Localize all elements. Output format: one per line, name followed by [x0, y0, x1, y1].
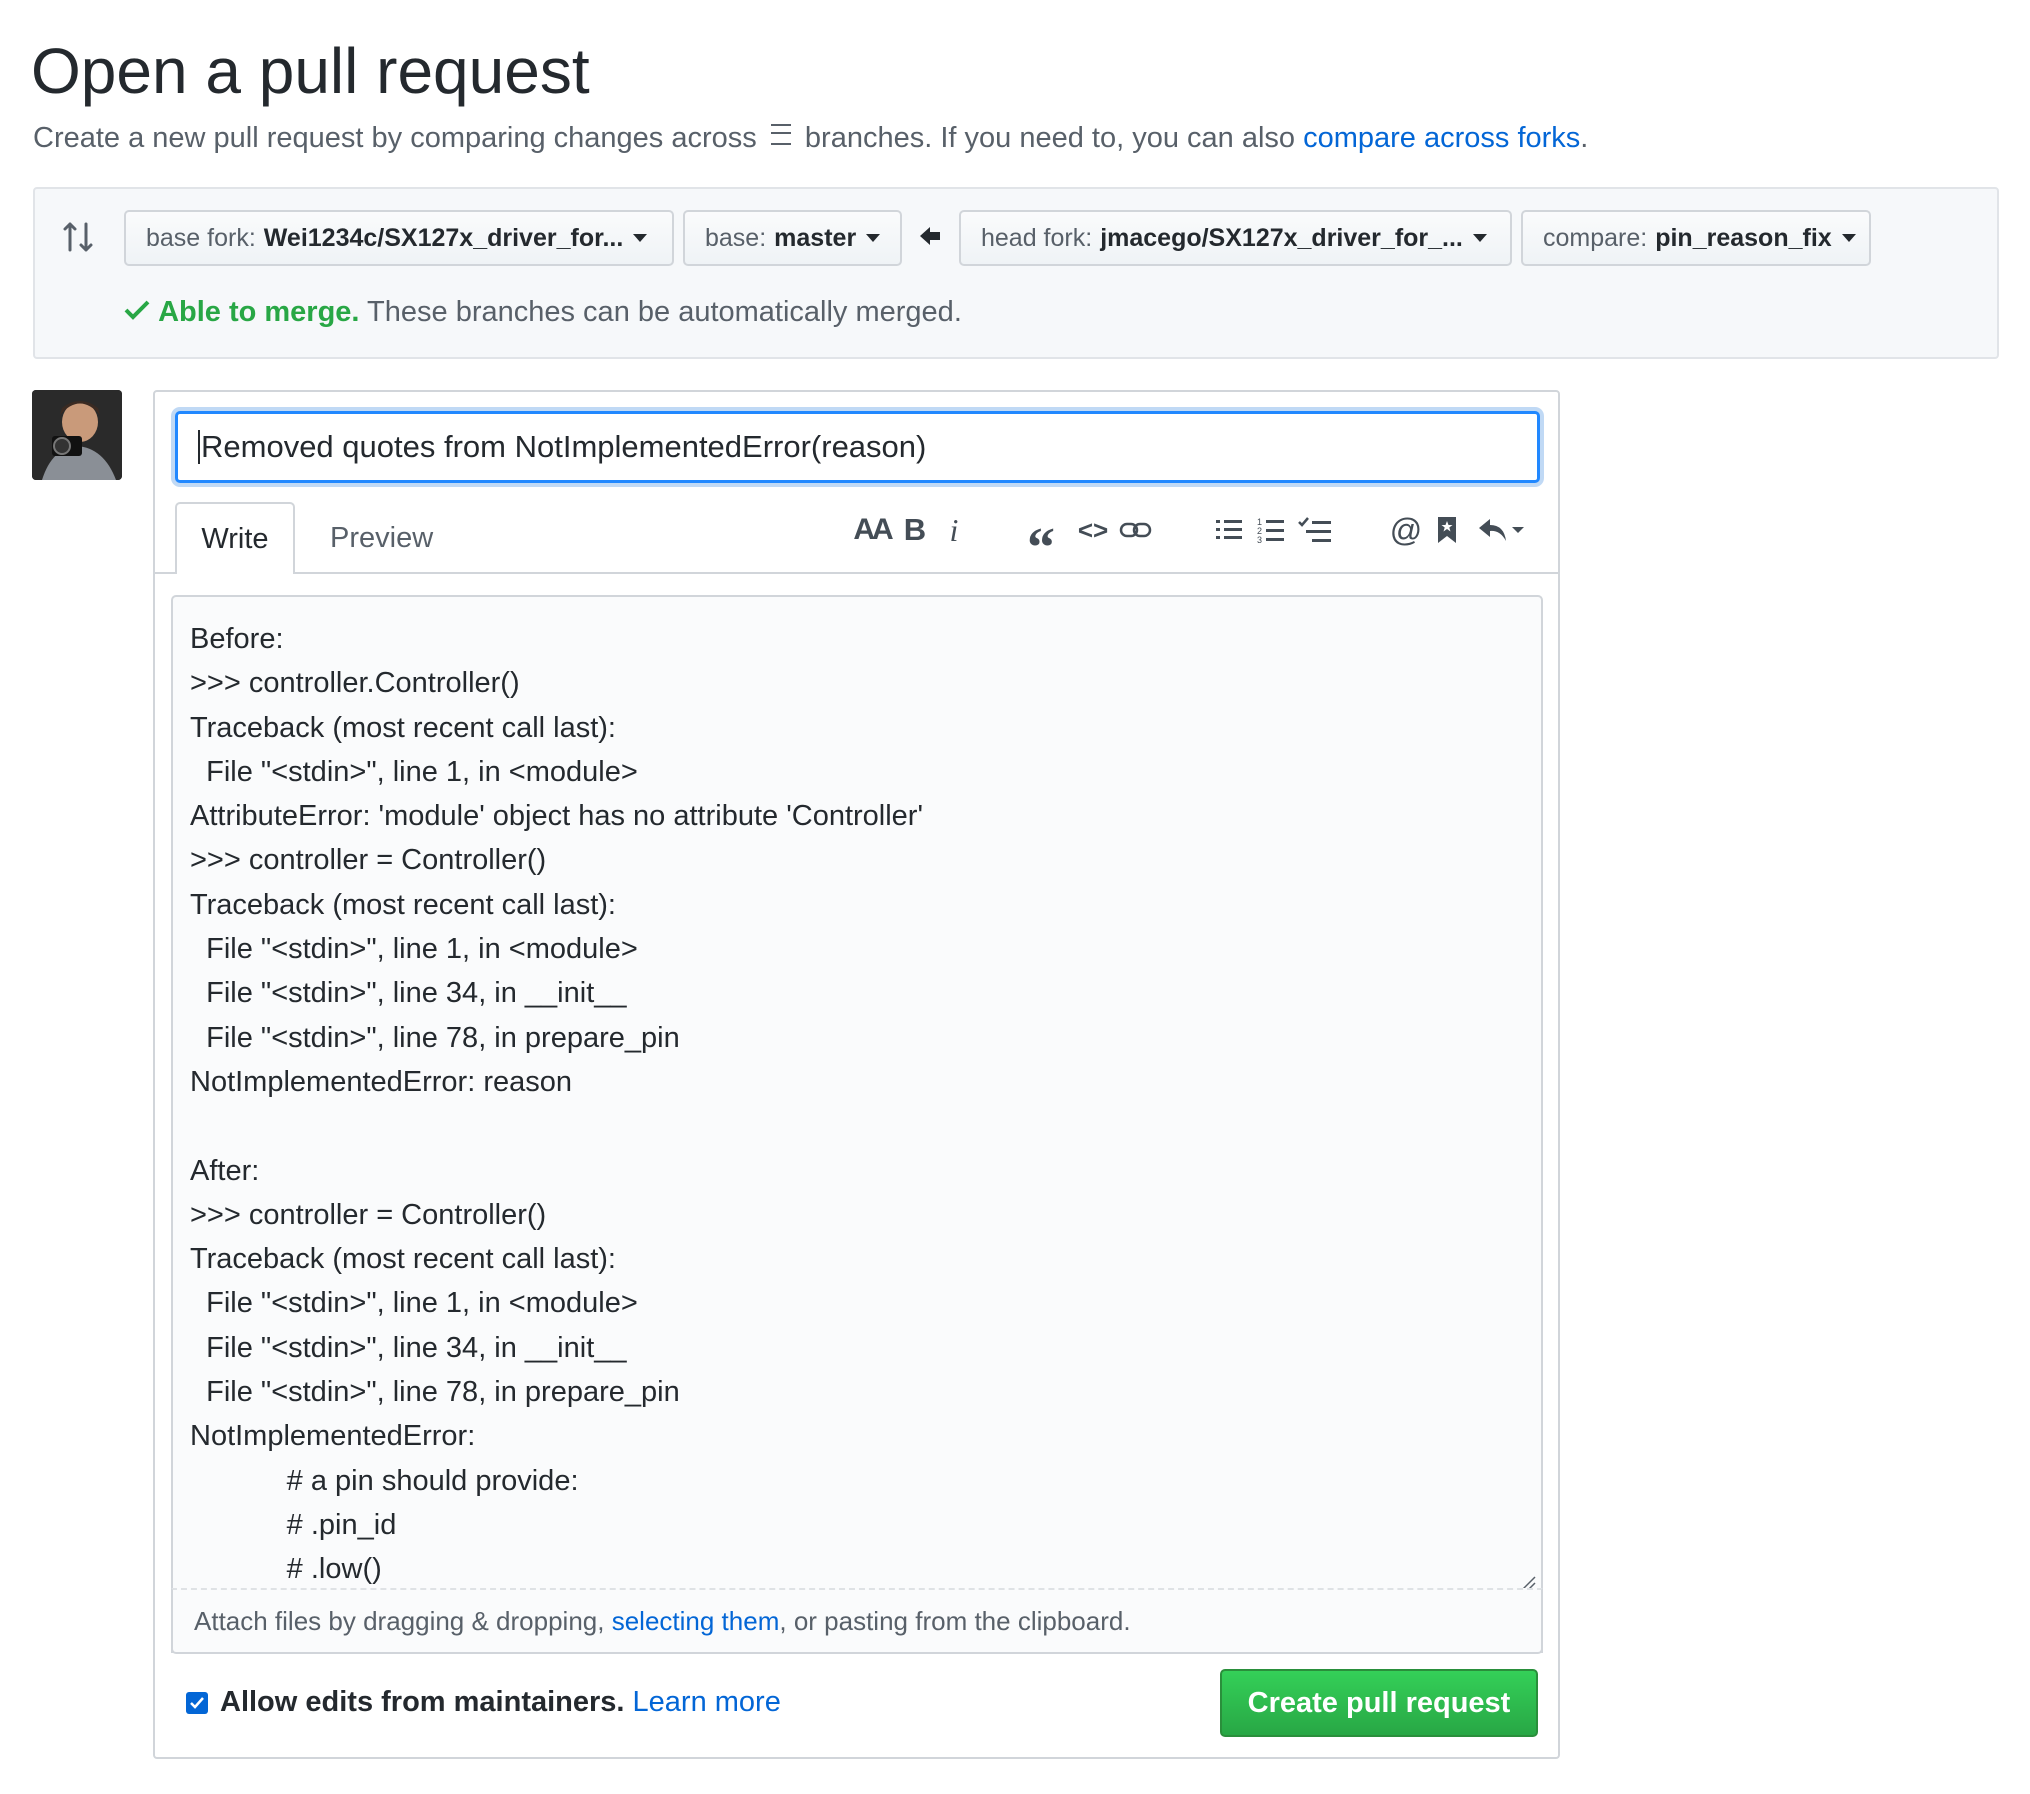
merge-status-text: These branches can be automatically merg… [367, 296, 962, 328]
svg-text:3: 3 [1257, 535, 1262, 544]
check-icon [124, 296, 158, 328]
subtitle-end: . [1580, 122, 1589, 154]
head-fork-select[interactable]: head fork: jmacego/SX127x_driver_for_... [959, 210, 1512, 266]
task-list-icon[interactable] [1298, 510, 1332, 550]
merge-status-bold: Able to merge. [158, 296, 360, 328]
avatar[interactable] [32, 390, 122, 480]
allow-edits-checkbox[interactable] [186, 1691, 208, 1714]
tab-preview[interactable]: Preview [310, 502, 453, 574]
pr-body-textarea[interactable]: Before: >>> controller.Controller() Trac… [171, 595, 1543, 1653]
quote-icon[interactable]: “ [1024, 510, 1058, 579]
base-branch-value: master [774, 223, 857, 252]
page-title: Open a pull request [31, 35, 590, 107]
subtitle-text: Create a new pull request by comparing c… [33, 122, 757, 154]
base-branch-select[interactable]: base: master [683, 210, 902, 266]
bold-icon[interactable]: B [901, 510, 929, 550]
base-fork-select[interactable]: base fork: Wei1234c/SX127x_driver_for... [124, 210, 674, 266]
allow-edits-label: Allow edits from maintainers. [220, 1686, 625, 1718]
merge-status: Able to merge. These branches can be aut… [124, 292, 962, 332]
unordered-list-icon[interactable] [1214, 510, 1244, 550]
base-fork-value: Wei1234c/SX127x_driver_for... [263, 223, 624, 252]
base-fork-label: base fork: [146, 223, 256, 252]
learn-more-link[interactable]: Learn more [633, 1686, 781, 1719]
pr-title-value: Removed quotes from NotImplementedError(… [201, 429, 927, 464]
branches-icon [769, 119, 793, 159]
mention-icon[interactable]: @ [1390, 510, 1422, 550]
create-pull-request-button[interactable]: Create pull request [1220, 1669, 1538, 1737]
ordered-list-icon[interactable]: 123 [1256, 510, 1286, 550]
compare-branch-value: pin_reason_fix [1655, 223, 1832, 252]
attach-text: Attach files by dragging & dropping, [194, 1605, 605, 1636]
header-text-icon[interactable]: AA [852, 510, 893, 550]
pr-title-input[interactable]: Removed quotes from NotImplementedError(… [175, 411, 1540, 483]
text-cursor [198, 430, 200, 464]
head-fork-value: jmacego/SX127x_driver_for_... [1100, 223, 1463, 252]
subtitle-text-2: branches. If you need to, you can also [804, 122, 1296, 154]
page-subtitle: Create a new pull request by comparing c… [33, 118, 1588, 159]
chevron-down-icon [1841, 234, 1856, 242]
base-branch-label: base: [705, 223, 767, 252]
compare-arrows-icon [62, 220, 94, 259]
compare-branch-label: compare: [1543, 223, 1648, 252]
chevron-down-icon [633, 234, 648, 242]
bookmark-icon[interactable] [1434, 510, 1460, 550]
chevron-down-icon [866, 234, 881, 242]
compare-across-forks-link[interactable]: compare across forks [1303, 122, 1580, 154]
pr-body-text: Before: >>> controller.Controller() Trac… [190, 623, 924, 1586]
compare-branch-select[interactable]: compare: pin_reason_fix [1521, 210, 1871, 266]
arrow-left-icon [918, 223, 944, 254]
link-icon[interactable] [1118, 510, 1154, 550]
reply-icon[interactable] [1476, 510, 1524, 550]
head-fork-label: head fork: [981, 223, 1093, 252]
attach-files-bar[interactable]: Attach files by dragging & dropping, sel… [171, 1588, 1543, 1654]
tab-write[interactable]: Write [175, 502, 295, 574]
chevron-down-icon [1472, 234, 1487, 242]
allow-edits-row: Allow edits from maintainers. Learn more [186, 1686, 781, 1719]
code-icon[interactable]: <> [1076, 510, 1110, 550]
attach-text-end: , or pasting from the clipboard. [779, 1605, 1131, 1636]
italic-icon[interactable]: i [944, 510, 964, 550]
selecting-them-link[interactable]: selecting them [612, 1606, 780, 1637]
